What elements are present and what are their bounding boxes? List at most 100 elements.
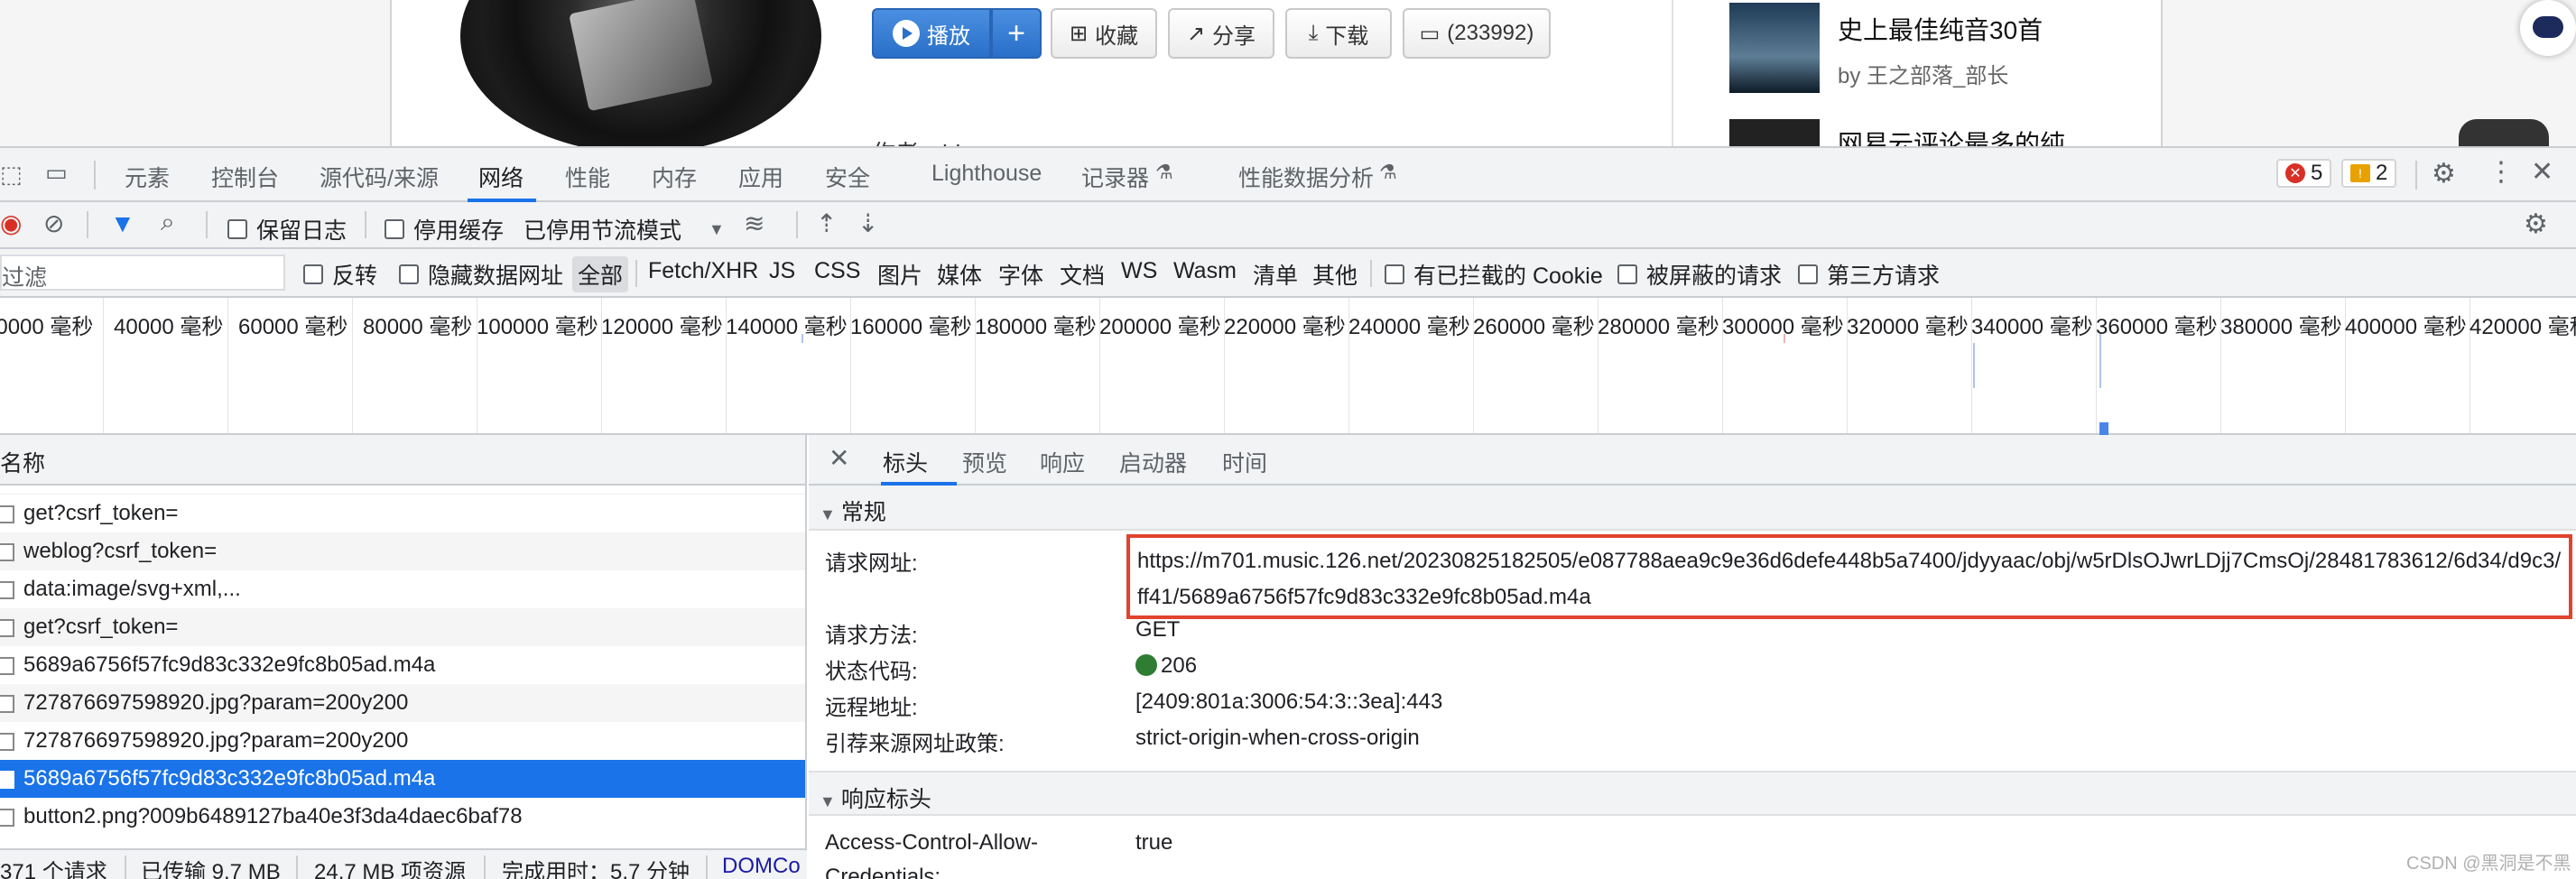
more-options-icon[interactable]: ⋮ [2488, 159, 2515, 186]
tab-lighthouse[interactable]: Lighthouse [931, 161, 1042, 187]
playlist-thumbnail[interactable] [1729, 3, 1820, 93]
filter-type-wasm[interactable]: Wasm [1173, 258, 1237, 284]
tab-initiator[interactable]: 启动器 [1119, 446, 1187, 478]
filter-type-ws[interactable]: WS [1121, 258, 1157, 284]
filter-type-all[interactable]: 全部 [572, 256, 629, 292]
playlist-author[interactable]: 王之部落_部长 [1867, 64, 2008, 88]
tab-performance-insights[interactable]: 性能数据分析 [1238, 161, 1374, 193]
table-row[interactable]: data:image/svg+xml,... [0, 570, 805, 608]
network-overview-timeline[interactable]: 20000 毫秒 40000 毫秒 60000 毫秒 80000 毫秒 1000… [0, 298, 2576, 435]
inspect-element-icon[interactable]: ⬚ [0, 162, 23, 186]
table-row[interactable]: 5689a6756f57fc9d83c332e9fc8b05ad.m4a [0, 646, 805, 684]
table-row-selected[interactable]: 5689a6756f57fc9d83c332e9fc8b05ad.m4a [0, 760, 805, 798]
playlist-title-2[interactable]: 网易云评论最多的纯 [1838, 125, 2065, 146]
throttling-select[interactable]: 已停用节流模式 ▼ [524, 213, 725, 245]
checkbox-box[interactable] [1617, 264, 1637, 284]
tab-preview[interactable]: 预览 [962, 446, 1007, 478]
blocked-cookies-checkbox[interactable]: 有已拦截的 Cookie [1385, 258, 1603, 291]
tab-performance[interactable]: 性能 [565, 161, 610, 193]
export-har-icon[interactable]: ⇣ [857, 211, 878, 236]
download-button[interactable]: ⤓ 下载 [1285, 8, 1392, 59]
request-list-header[interactable]: 名称 [0, 435, 805, 486]
playlist-thumbnail-2[interactable] [1729, 119, 1820, 146]
filter-type-img[interactable]: 图片 [877, 258, 922, 291]
third-party-checkbox[interactable]: 第三方请求 [1798, 258, 1940, 291]
tab-recorder[interactable]: 记录器 [1081, 161, 1149, 193]
request-name: 727876697598920.jpg?param=200y200 [23, 728, 409, 753]
assistant-robot-icon[interactable] [2520, 0, 2576, 56]
errors-badge[interactable]: ✕ 5 [2276, 159, 2332, 188]
filter-type-doc[interactable]: 文档 [1060, 258, 1105, 291]
separator [484, 856, 486, 879]
blocked-requests-label: 被屏蔽的请求 [1646, 264, 1783, 289]
table-row[interactable]: 727876697598920.jpg?param=200y200 [0, 684, 805, 722]
warnings-badge[interactable]: ! 2 [2341, 159, 2397, 188]
name-column-header[interactable]: 名称 [0, 451, 45, 477]
filter-input[interactable]: 过滤 [0, 254, 285, 291]
close-devtools-icon[interactable]: ✕ [2531, 159, 2553, 186]
tab-timing[interactable]: 时间 [1222, 446, 1267, 478]
filter-type-other[interactable]: 其他 [1312, 258, 1357, 291]
general-section-header[interactable]: ▼ 常规 [809, 486, 2576, 531]
filter-icon[interactable]: ▼ [110, 211, 135, 236]
hide-data-urls-checkbox[interactable]: 隐藏数据网址 [399, 258, 563, 291]
table-row[interactable] [0, 486, 805, 495]
invert-checkbox[interactable]: 反转 [303, 258, 377, 291]
blocked-requests-checkbox[interactable]: 被屏蔽的请求 [1617, 258, 1782, 291]
table-row[interactable]: get?csrf_token= [0, 608, 805, 646]
tab-sources[interactable]: 源代码/来源 [320, 161, 439, 193]
tab-elements[interactable]: 元素 [125, 161, 170, 193]
webpage-area: 播放 + ⊞收藏 ↗分享 ⤓下载 ▭(233992) 作者：hk 史上最佳纯音3… [0, 0, 2576, 146]
filter-type-js[interactable]: JS [769, 258, 795, 284]
table-row[interactable]: get?csrf_token= [0, 495, 805, 532]
filter-type-font[interactable]: 字体 [998, 258, 1043, 291]
filter-type-manifest[interactable]: 清单 [1253, 258, 1298, 291]
filter-type-media[interactable]: 媒体 [937, 258, 982, 291]
network-conditions-icon[interactable]: ≋ [744, 211, 764, 236]
tab-console[interactable]: 控制台 [211, 161, 279, 193]
favorite-button[interactable]: ⊞ 收藏 [1051, 8, 1157, 59]
blocked-cookies-label: 有已拦截的 Cookie [1413, 264, 1603, 289]
comments-button[interactable]: ▭ (233992) [1403, 8, 1551, 59]
filter-type-css[interactable]: CSS [814, 258, 860, 284]
checkbox-box[interactable] [303, 264, 323, 284]
add-to-list-button[interactable]: + [991, 8, 1042, 59]
comments-count: (233992) [1447, 21, 1534, 45]
filter-type-fetch-xhr[interactable]: Fetch/XHR [648, 258, 758, 284]
play-button[interactable]: 播放 [872, 8, 991, 59]
response-headers-section-header[interactable]: ▼ 响应标头 [809, 771, 2576, 816]
import-har-icon[interactable]: ⇡ [816, 211, 837, 236]
checkbox-box[interactable] [385, 219, 404, 239]
timeline-request-mark [802, 334, 803, 343]
disable-cache-checkbox[interactable]: 停用缓存 [385, 213, 504, 245]
clear-icon[interactable]: ⊘ [43, 211, 64, 236]
stop-recording-icon[interactable]: ◉ [0, 211, 22, 236]
timeline-gridline [352, 298, 353, 433]
third-party-label: 第三方请求 [1827, 264, 1941, 289]
playlist-title[interactable]: 史上最佳纯音30首 [1838, 11, 2043, 47]
search-icon[interactable]: ⌕ [161, 209, 175, 235]
tab-security[interactable]: 安全 [825, 161, 870, 193]
tab-response[interactable]: 响应 [1040, 446, 1085, 478]
checkbox-box[interactable] [399, 264, 419, 284]
referrer-policy-value: strict-origin-when-cross-origin [1135, 726, 1420, 750]
throttling-value: 已停用节流模式 [524, 218, 682, 244]
tab-headers[interactable]: 标头 [883, 446, 928, 478]
tab-application[interactable]: 应用 [738, 161, 783, 193]
table-row[interactable]: weblog?csrf_token= [0, 532, 805, 570]
table-row[interactable]: 727876697598920.jpg?param=200y200 [0, 722, 805, 760]
checkbox-box[interactable] [1798, 264, 1818, 284]
network-settings-gear-icon[interactable]: ⚙ [2524, 211, 2548, 238]
checkbox-box[interactable] [227, 219, 247, 239]
close-detail-icon[interactable]: ✕ [829, 446, 849, 471]
device-toolbar-icon[interactable]: ▭ [45, 161, 68, 184]
tab-memory[interactable]: 内存 [652, 161, 697, 193]
preserve-log-checkbox[interactable]: 保留日志 [227, 213, 347, 245]
settings-gear-icon[interactable]: ⚙ [2432, 161, 2456, 188]
tab-network[interactable]: 网络 [478, 161, 524, 193]
checkbox-box[interactable] [1385, 264, 1404, 284]
dock-tab[interactable] [2459, 119, 2549, 146]
table-row[interactable]: button2.png?009b6489127ba40e3f3da4daec6b… [0, 798, 805, 836]
disable-cache-label: 停用缓存 [413, 218, 505, 244]
share-button[interactable]: ↗ 分享 [1168, 8, 1274, 59]
